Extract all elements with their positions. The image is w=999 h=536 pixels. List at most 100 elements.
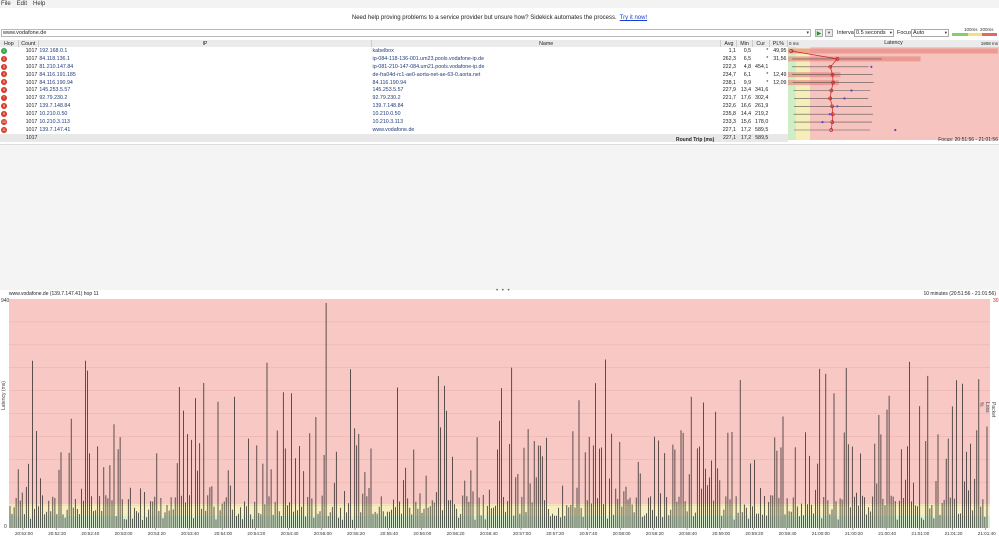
cur-cell: 219,2 [755,111,769,118]
min-cell: 15,6 [740,118,752,125]
packet-loss-bar [788,48,998,54]
table-row[interactable]: 7 1017 92.79.230.2 92.79.230.2 221,7 17,6 302,… [0,94,788,102]
hostname-cell: 84.116.190.94 [372,79,407,86]
x-tick-label: 21:00:40 [878,531,896,536]
ip-cell: 139.7.148.84 [39,103,71,110]
hop-table-body: 1 1017 192.168.0.1 kabelbox 1,1 0,5 * 49,95 2 101… [0,47,788,142]
ip-cell: 84.118.136.1 [39,55,70,62]
count-cell: 1017 [25,47,38,54]
play-dropdown-button[interactable]: ▾ [825,29,833,37]
latency-max-label: 1908 ms [980,41,998,46]
col-count[interactable]: Count [18,40,39,47]
latency-title: Latency [884,40,903,46]
hop-status-icon: 8 [1,102,7,109]
hop-status-icon: 11 [1,126,7,133]
hostname-cell: kabelbox [372,47,394,54]
hop-status-icon: 9 [1,110,7,117]
interval-value: 0.5 seconds [856,30,886,36]
cur-cell: 341,6 [755,87,769,94]
round-trip-label: Round Trip (ms) [676,137,715,143]
start-button[interactable]: ▶ [815,29,823,37]
cur-cell: 589,5 [755,126,769,133]
table-row[interactable]: 10 1017 10.210.3.113 10.210.3.113 233,3 15,6 1… [0,118,788,126]
count-cell: 1017 [25,79,38,86]
cur-cell: * [766,71,769,78]
cur-cell: * [766,55,769,62]
current-marker [843,97,846,100]
hop-cell: 8 [0,102,18,110]
legend-100ms: 100ms [964,27,978,32]
focus-select[interactable]: Auto ▾ [911,29,949,37]
count-cell: 1017 [25,55,38,62]
x-tick-label: 20:52:20 [48,531,66,536]
x-tick-label: 20:53:20 [148,531,166,536]
hop-status-icon: 4 [1,71,7,78]
table-row[interactable]: 2 1017 84.118.136.1 ip-084-118-136-001.um23… [0,55,788,63]
count-cell: 1017 [25,63,38,70]
table-row[interactable]: 4 1017 84.116.191.185 de-fra04d-rc1-ae0-aor… [0,71,788,79]
menu-edit[interactable]: Edit [17,1,27,7]
x-tick-label: 20:56:40 [480,531,498,536]
col-name[interactable]: Name [371,40,722,47]
summary-row: 1017 227,1 17,2 589,5 [0,133,788,142]
target-address-value: www.vodafone.de [3,30,47,36]
col-min[interactable]: Min [736,40,753,47]
latency-min-label: 0 ms [789,41,799,46]
hop-status-icon: 3 [1,63,7,70]
ip-cell: 145.253.5.57 [39,87,71,94]
count-cell: 1017 [25,103,38,110]
ip-cell: 92.79.230.2 [39,95,68,102]
pl-cell: 31,56 [773,55,787,62]
x-tick-label: 20:59:00 [712,531,730,536]
pl-cell: 12,09 [773,79,787,86]
ip-cell: 192.168.0.1 [39,47,68,54]
x-tick-label: 21:01:20 [945,531,963,536]
table-row[interactable]: 1 1017 192.168.0.1 kabelbox 1,1 0,5 * 49,95 [0,47,788,55]
avg-cell: 221,7 [722,95,736,102]
x-tick-label: 20:59:20 [745,531,763,536]
legend-red-bar [982,33,997,36]
menu-file[interactable]: File [1,1,11,7]
min-cell: 6,1 [743,71,752,78]
x-tick-label: 20:53:40 [181,531,199,536]
x-tick-label: 20:58:20 [646,531,664,536]
table-row[interactable]: 3 1017 81.210.147.84 ip-081-210-147-084.um2… [0,63,788,71]
target-address-input[interactable]: www.vodafone.de ▾ [1,29,811,37]
legend-yellow-bar [968,33,982,36]
current-marker [894,128,897,132]
hostname-cell: ip-084-118-136-001.um23.pools.vodafone-i… [372,55,485,62]
min-cell: 6,5 [743,55,752,62]
count-cell: 1017 [25,126,38,133]
play-icon: ▶ [816,30,822,37]
x-tick-label: 20:55:40 [380,531,398,536]
table-row[interactable]: 6 1017 145.253.5.57 145.253.5.57 227,9 13,4 34… [0,86,788,94]
table-row[interactable]: 8 1017 139.7.148.84 139.7.148.84 232,6 16,6 26… [0,102,788,110]
promo-banner: Need help proving problems to a service … [0,8,999,28]
col-pl[interactable]: PL% [769,40,789,47]
col-cur[interactable]: Cur [752,40,770,47]
col-ip[interactable]: IP [38,40,373,47]
cur-cell: * [766,47,769,54]
col-avg[interactable]: Avg [720,40,738,47]
min-cell: 17,2 [740,126,752,133]
table-row[interactable]: 11 1017 139.7.147.41 www.vodafone.de 227,1 17… [0,126,788,134]
chevron-down-icon[interactable]: ▾ [806,30,809,36]
hop-table: Hop Count IP Name Avg Min Cur PL% 1 1017 1… [0,40,789,142]
current-marker [870,65,873,68]
menu-help[interactable]: Help [33,1,45,7]
banner-link[interactable]: Try it now! [620,15,647,21]
avg-cell: 233,3 [722,118,736,125]
min-cell: 17,6 [740,95,752,102]
ip-cell: 10.210.3.113 [39,118,70,125]
min-cell: 14,4 [740,111,752,118]
interval-select[interactable]: 0.5 seconds ▾ [854,29,894,37]
summary-avg: 227,1 [720,133,737,142]
table-row[interactable]: 9 1017 10.210.0.50 10.210.0.50 235,8 14,4 219,… [0,110,788,118]
table-row[interactable]: 5 1017 84.116.190.94 84.116.190.94 238,1 9,9 *… [0,79,788,87]
pl-cell: 12,49 [773,71,787,78]
toolbar: www.vodafone.de ▾ ▶ ▾ Interval 0.5 secon… [0,27,999,38]
col-hop[interactable]: Hop [0,40,19,47]
hop-status-icon: 1 [1,47,7,54]
x-tick-label: 20:56:00 [413,531,431,536]
avg-cell: 1,1 [728,47,736,54]
